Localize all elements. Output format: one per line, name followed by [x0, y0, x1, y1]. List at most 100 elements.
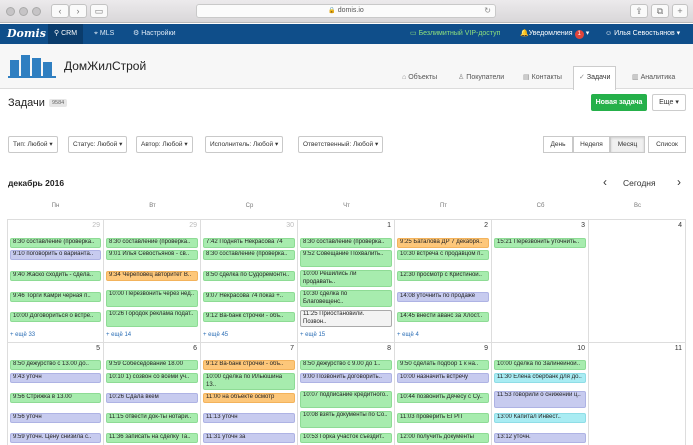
day-cell[interactable]: 2 9:25 Баталова ДР 7 декабря.. 10:30 вст…: [395, 220, 492, 343]
task-event[interactable]: 8:30 составление (проверка..: [203, 250, 295, 260]
task-event[interactable]: 9:10 поговорить о варианта..: [10, 250, 101, 260]
address-bar[interactable]: 🔒 domis.io ↻: [196, 4, 496, 18]
task-event[interactable]: 14:08 уточнить по продаже: [397, 292, 489, 302]
task-event[interactable]: 9:50 сделать подбор 1 к на..: [397, 360, 489, 370]
day-cell[interactable]: 5 8:50 дежурство с 13.00 до.. 9:43 уточн…: [7, 343, 104, 445]
task-event[interactable]: 11:53 говорили о снижении ц..: [494, 391, 586, 408]
notifications-menu[interactable]: 🔔Уведомления 1 ▾: [520, 24, 589, 44]
tab-contacts[interactable]: ▤ Контакты: [517, 66, 568, 89]
nav-settings[interactable]: ⚙ Настройки: [127, 24, 182, 44]
filter-executor[interactable]: Исполнитель: Любой ▾: [205, 136, 284, 153]
task-event[interactable]: 11:30 Елена сбербанк для до..: [494, 373, 586, 383]
more-events-link[interactable]: + ещё 33: [10, 332, 35, 338]
nav-crm[interactable]: ⚲ CRM: [48, 24, 84, 44]
day-cell[interactable]: 11: [589, 343, 686, 445]
day-cell[interactable]: 9 9:50 сделать подбор 1 к на.. 10:00 наз…: [395, 343, 492, 445]
today-button[interactable]: Сегодня: [623, 178, 656, 188]
task-event[interactable]: 10:30 сделка по Благовещенс..: [300, 290, 392, 307]
task-event[interactable]: 10:08 взять документы по Со..: [300, 411, 392, 428]
tab-buyers[interactable]: ♙ Покупатели: [452, 66, 510, 89]
share-icon[interactable]: ⇪: [630, 4, 648, 18]
task-event[interactable]: 10:00 Перезвонить через нед..: [106, 290, 198, 307]
task-event[interactable]: 8:30 составление (проверка..: [300, 238, 392, 248]
filter-author[interactable]: Автор: Любой ▾: [136, 136, 193, 153]
task-event[interactable]: 8:50 дежурство с 13.00 до..: [10, 360, 101, 370]
day-cell[interactable]: 4: [589, 220, 686, 343]
task-event[interactable]: 10:26 Сдала вкем: [106, 393, 198, 403]
task-event[interactable]: 10:00 сделка по Ильюшина 13..: [203, 373, 295, 390]
task-event[interactable]: 12:30 просмотр с Кристиной..: [397, 271, 489, 281]
task-event[interactable]: 10:30 встреча с продавцом п..: [397, 250, 489, 260]
tab-objects[interactable]: ⌂ Объекты: [396, 66, 443, 89]
filter-responsible[interactable]: Ответственный: Любой ▾: [298, 136, 384, 153]
day-cell[interactable]: 1 8:30 составление (проверка.. 9:52 Сове…: [298, 220, 395, 343]
task-event[interactable]: 10:00 Решились ли продавать..: [300, 270, 392, 287]
view-week-button[interactable]: Неделя: [573, 136, 610, 153]
task-event[interactable]: 10:00 Договориться о встре..: [10, 312, 101, 322]
task-event[interactable]: 15:21 Перезвонить уточнить..: [494, 238, 586, 248]
day-cell[interactable]: 8 8:50 дежурство с 9.00 до 1.. 9:00 Позв…: [298, 343, 395, 445]
tab-analytics[interactable]: ▥ Аналитика: [626, 66, 681, 89]
task-event[interactable]: 9:56 уточн: [10, 413, 101, 423]
day-cell[interactable]: 29 8:30 составление (проверка.. 9:10 пог…: [7, 220, 104, 343]
day-cell[interactable]: 3 15:21 Перезвонить уточнить..: [492, 220, 589, 343]
task-event[interactable]: 9:59 Собеседование 18.00: [106, 360, 198, 370]
task-event[interactable]: 12:00 получить документы: [397, 433, 489, 443]
task-event[interactable]: 9:34 Череповец авторитет В..: [106, 271, 198, 281]
user-menu[interactable]: ☺ Илья Севостьянов ▾: [605, 24, 680, 44]
task-event[interactable]: 10:53 Горка участок съездит..: [300, 433, 392, 443]
view-list-button[interactable]: Список: [648, 136, 686, 153]
day-cell[interactable]: 30 7:42 Поднять Некрасова 74 8:30 состав…: [201, 220, 298, 343]
task-event[interactable]: 11:00 на объекте осмотр: [203, 393, 295, 403]
nav-mls[interactable]: ⌖ MLS: [88, 24, 120, 44]
tabs-icon[interactable]: ⧉: [651, 4, 669, 18]
task-event[interactable]: 9:07 Некрасова 74 показ +..: [203, 292, 295, 302]
task-event[interactable]: 11:25 Приостановили. Позвон..: [300, 310, 392, 327]
task-event[interactable]: 13:12 уточн.: [494, 433, 586, 443]
task-event[interactable]: 9:12 Ва-банк строчки - объ..: [203, 360, 295, 370]
task-event[interactable]: 10:44 позвонить Дячесу с Су..: [397, 393, 489, 403]
prev-month-icon[interactable]: ‹: [603, 175, 607, 189]
more-events-link[interactable]: + ещё 14: [106, 332, 131, 338]
reload-icon[interactable]: ↻: [484, 5, 491, 17]
task-event[interactable]: 9:46 Торги Камри черная п..: [10, 292, 101, 302]
task-event[interactable]: 8:50 сделка по Судоремонтн..: [203, 271, 295, 281]
task-event[interactable]: 11:13 уточн: [203, 413, 295, 423]
day-cell[interactable]: 10 10:00 сделка по Залинейной.. 11:30 Ел…: [492, 343, 589, 445]
more-events-link[interactable]: + ещё 15: [300, 332, 325, 338]
task-event[interactable]: 14:45 внести аванс за Хлост..: [397, 312, 489, 322]
task-event[interactable]: 9:12 Ва-банк строчки - объ..: [203, 312, 295, 322]
task-event[interactable]: 8:50 дежурство с 9.00 до 1..: [300, 360, 392, 370]
forward-icon[interactable]: ›: [69, 4, 87, 18]
task-event[interactable]: 9:01 Илья Севостьянов - св..: [106, 250, 198, 260]
view-day-button[interactable]: День: [543, 136, 573, 153]
filter-type[interactable]: Тип: Любой ▾: [8, 136, 58, 153]
sidebar-toggle-icon[interactable]: ▭: [90, 4, 108, 18]
task-event[interactable]: 9:40 Жаско сходить - сдела..: [10, 271, 101, 281]
new-tab-icon[interactable]: +: [672, 4, 688, 18]
task-event[interactable]: 10:26 Городок реклама подат..: [106, 310, 198, 327]
task-event[interactable]: 9:52 Совещание Похвалить..: [300, 250, 392, 267]
day-cell[interactable]: 7 9:12 Ва-банк строчки - объ.. 10:00 сде…: [201, 343, 298, 445]
next-month-icon[interactable]: ›: [677, 175, 681, 189]
task-event[interactable]: 9:43 уточн: [10, 373, 101, 383]
minimize-window-icon[interactable]: [19, 7, 28, 16]
task-event[interactable]: 11:36 записать на сделку Та..: [106, 433, 198, 443]
new-task-button[interactable]: Новая задача: [591, 94, 647, 111]
task-event[interactable]: 9:25 Баталова ДР 7 декабря..: [397, 238, 489, 248]
task-event[interactable]: 10:00 назначить встречу: [397, 373, 489, 383]
day-cell[interactable]: 29 8:30 составление (проверка.. 9:01 Иль…: [104, 220, 201, 343]
task-event[interactable]: 11:15 отвести док-ты нотари..: [106, 413, 198, 423]
more-events-link[interactable]: + ещё 4: [397, 332, 419, 338]
task-event[interactable]: 11:03 проверить ЕГРП: [397, 413, 489, 423]
task-event[interactable]: 8:30 составление (проверка..: [106, 238, 198, 248]
task-event[interactable]: 9:00 Позвонить договорить..: [300, 373, 392, 383]
vip-link[interactable]: ▭ Безлимитный VIP-доступ: [410, 24, 500, 44]
task-event[interactable]: 8:30 составление (проверка..: [10, 238, 101, 248]
task-event[interactable]: 10:00 сделка по Залинейной..: [494, 360, 586, 370]
task-event[interactable]: 7:42 Поднять Некрасова 74: [203, 238, 295, 248]
more-events-link[interactable]: + ещё 45: [203, 332, 228, 338]
task-event[interactable]: 13:00 Капитал Инвест..: [494, 413, 586, 423]
task-event[interactable]: 10:07 подписание кредитного..: [300, 391, 392, 408]
day-cell[interactable]: 6 9:59 Собеседование 18.00 10:10 1) созв…: [104, 343, 201, 445]
